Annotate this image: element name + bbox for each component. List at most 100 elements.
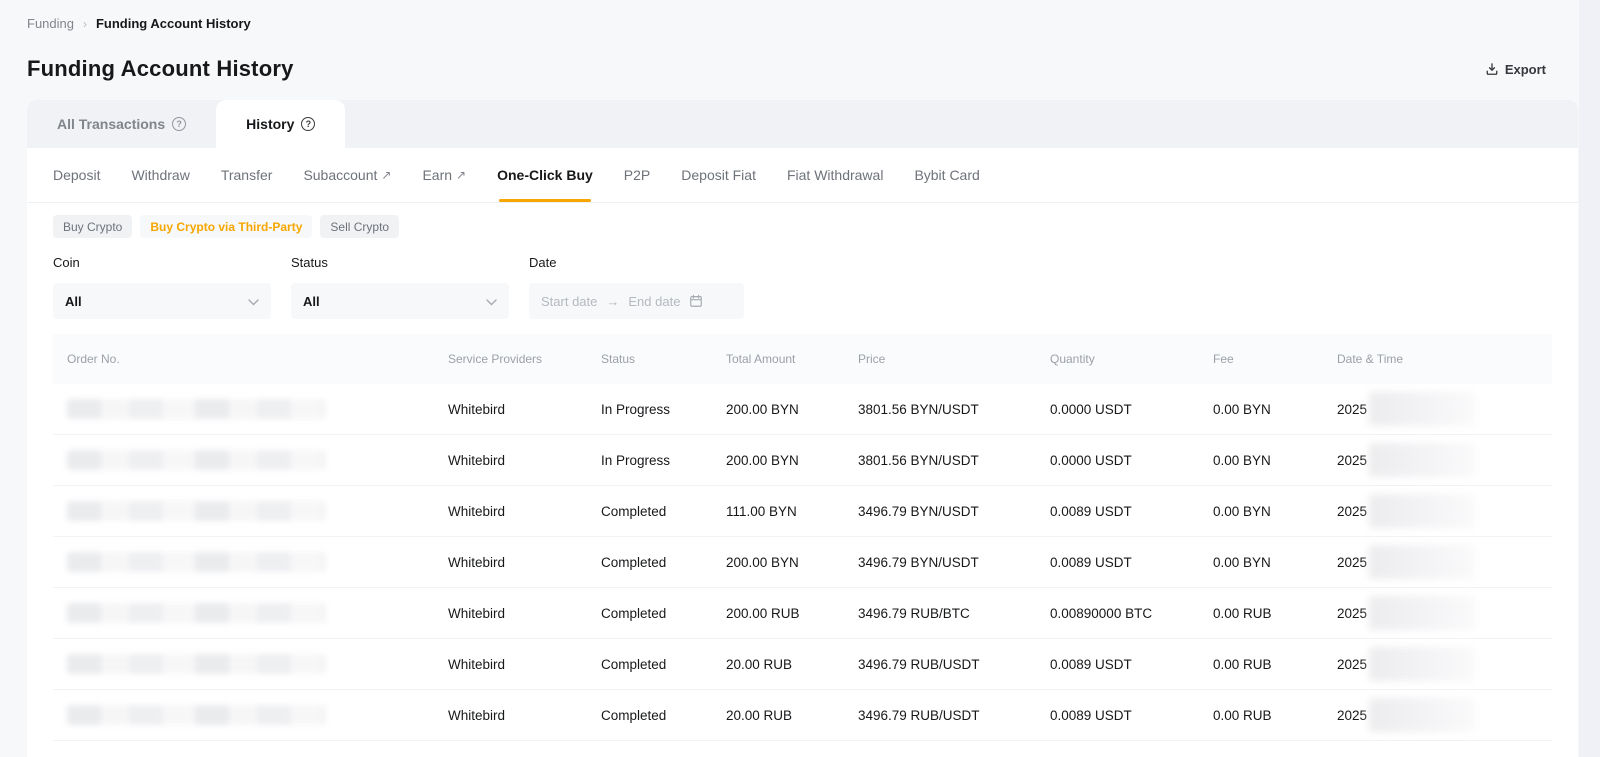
subtab-label: Earn <box>422 167 452 183</box>
date-year: 2025 <box>1337 606 1367 621</box>
redacted-order-no <box>67 501 325 521</box>
subtab-fiat-withdrawal[interactable]: Fiat Withdrawal <box>787 148 883 202</box>
help-icon: ? <box>301 117 315 131</box>
export-label: Export <box>1505 62 1546 77</box>
export-button[interactable]: Export <box>1485 62 1546 77</box>
cell-date-time: 2025 <box>1337 392 1552 426</box>
subtab-bybit-card[interactable]: Bybit Card <box>914 148 979 202</box>
cell-date-time: 2025 <box>1337 596 1552 630</box>
buy-type-pills: Buy Crypto Buy Crypto via Third-Party Sell… <box>27 203 1578 238</box>
breadcrumb-funding-link[interactable]: Funding <box>27 16 74 31</box>
help-icon: ? <box>172 117 186 131</box>
subtab-label: P2P <box>624 167 650 183</box>
coin-select[interactable]: All <box>53 283 271 319</box>
tab-label: All Transactions <box>57 116 165 132</box>
cell-date-time: 2025 <box>1337 647 1552 681</box>
cell-service-provider: Whitebird <box>448 555 601 570</box>
subtab-label: Bybit Card <box>914 167 979 183</box>
redacted-order-no <box>67 654 325 674</box>
tab-history[interactable]: History? <box>216 100 345 148</box>
cell-quantity: 0.0089 USDT <box>1050 504 1213 519</box>
breadcrumb: Funding › Funding Account History <box>27 16 251 31</box>
cell-status: Completed <box>601 708 726 723</box>
cell-fee: 0.00 BYN <box>1213 504 1337 519</box>
date-year: 2025 <box>1337 657 1367 672</box>
subtab-earn[interactable]: Earn↗ <box>422 148 466 202</box>
pill-sell-crypto[interactable]: Sell Crypto <box>320 215 399 238</box>
redacted-date-time <box>1369 545 1475 579</box>
cell-order-no <box>53 399 448 419</box>
cell-order-no <box>53 552 448 572</box>
download-icon <box>1485 62 1499 76</box>
subtab-deposit[interactable]: Deposit <box>53 148 100 202</box>
cell-status: In Progress <box>601 402 726 417</box>
vertical-scrollbar-track[interactable] <box>1579 0 1600 757</box>
pill-buy-crypto-via-third-party[interactable]: Buy Crypto via Third-Party <box>140 215 312 238</box>
column-header-date-time: Date & Time <box>1337 352 1552 366</box>
cell-total-amount: 20.00 RUB <box>726 657 858 672</box>
cell-fee: 0.00 RUB <box>1213 657 1337 672</box>
coin-filter: Coin All <box>53 255 271 319</box>
cell-date-time: 2025 <box>1337 494 1552 528</box>
cell-price: 3496.79 BYN/USDT <box>858 555 1050 570</box>
cell-fee: 0.00 BYN <box>1213 402 1337 417</box>
subtab-subaccount[interactable]: Subaccount↗ <box>303 148 391 202</box>
cell-total-amount: 200.00 BYN <box>726 453 858 468</box>
status-filter-label: Status <box>291 255 509 270</box>
redacted-date-time <box>1369 392 1475 426</box>
column-header-order-no: Order No. <box>53 352 448 366</box>
redacted-order-no <box>67 603 325 623</box>
date-filter: Date Start date → End date <box>529 255 744 319</box>
column-header-fee: Fee <box>1213 352 1337 366</box>
redacted-order-no <box>67 399 325 419</box>
table-row: WhitebirdCompleted20.00 RUB3496.79 RUB/U… <box>53 639 1552 690</box>
cell-service-provider: Whitebird <box>448 504 601 519</box>
chevron-down-icon <box>248 294 259 309</box>
cell-total-amount: 20.00 RUB <box>726 708 858 723</box>
pill-buy-crypto[interactable]: Buy Crypto <box>53 215 132 238</box>
date-year: 2025 <box>1337 402 1367 417</box>
table-row: WhitebirdCompleted20.00 RUB3496.79 RUB/U… <box>53 690 1552 741</box>
cell-total-amount: 200.00 BYN <box>726 555 858 570</box>
redacted-date-time <box>1369 443 1475 477</box>
cell-status: Completed <box>601 657 726 672</box>
column-header-price: Price <box>858 352 1050 366</box>
subtab-one-click-buy[interactable]: One-Click Buy <box>497 148 593 202</box>
cell-order-no <box>53 603 448 623</box>
cell-quantity: 0.0089 USDT <box>1050 708 1213 723</box>
cell-price: 3496.79 BYN/USDT <box>858 504 1050 519</box>
cell-order-no <box>53 450 448 470</box>
table-row: WhitebirdIn Progress200.00 BYN3801.56 BY… <box>53 435 1552 486</box>
cell-status: Completed <box>601 504 726 519</box>
redacted-order-no <box>67 705 325 725</box>
cell-service-provider: Whitebird <box>448 453 601 468</box>
cell-total-amount: 200.00 BYN <box>726 402 858 417</box>
external-link-icon: ↗ <box>381 169 391 181</box>
cell-price: 3801.56 BYN/USDT <box>858 402 1050 417</box>
redacted-order-no <box>67 450 325 470</box>
subtab-label: Withdraw <box>131 167 189 183</box>
cell-order-no <box>53 705 448 725</box>
cell-price: 3496.79 RUB/USDT <box>858 657 1050 672</box>
status-filter: Status All <box>291 255 509 319</box>
cell-fee: 0.00 RUB <box>1213 708 1337 723</box>
tab-label: History <box>246 116 294 132</box>
subtab-p2p[interactable]: P2P <box>624 148 650 202</box>
cell-order-no <box>53 654 448 674</box>
cell-quantity: 0.0089 USDT <box>1050 555 1213 570</box>
date-year: 2025 <box>1337 453 1367 468</box>
cell-price: 3801.56 BYN/USDT <box>858 453 1050 468</box>
column-header-service-providers: Service Providers <box>448 352 601 366</box>
date-range-input[interactable]: Start date → End date <box>529 283 744 319</box>
subtab-transfer[interactable]: Transfer <box>221 148 273 202</box>
status-select[interactable]: All <box>291 283 509 319</box>
subtab-withdraw[interactable]: Withdraw <box>131 148 189 202</box>
tab-all-transactions[interactable]: All Transactions? <box>27 100 216 148</box>
subtab-deposit-fiat[interactable]: Deposit Fiat <box>681 148 756 202</box>
chevron-down-icon <box>486 294 497 309</box>
table-row: WhitebirdIn Progress200.00 BYN3801.56 BY… <box>53 384 1552 435</box>
redacted-date-time <box>1369 698 1475 732</box>
arrow-right-icon: → <box>606 294 619 309</box>
cell-service-provider: Whitebird <box>448 606 601 621</box>
page-title: Funding Account History <box>27 56 294 82</box>
